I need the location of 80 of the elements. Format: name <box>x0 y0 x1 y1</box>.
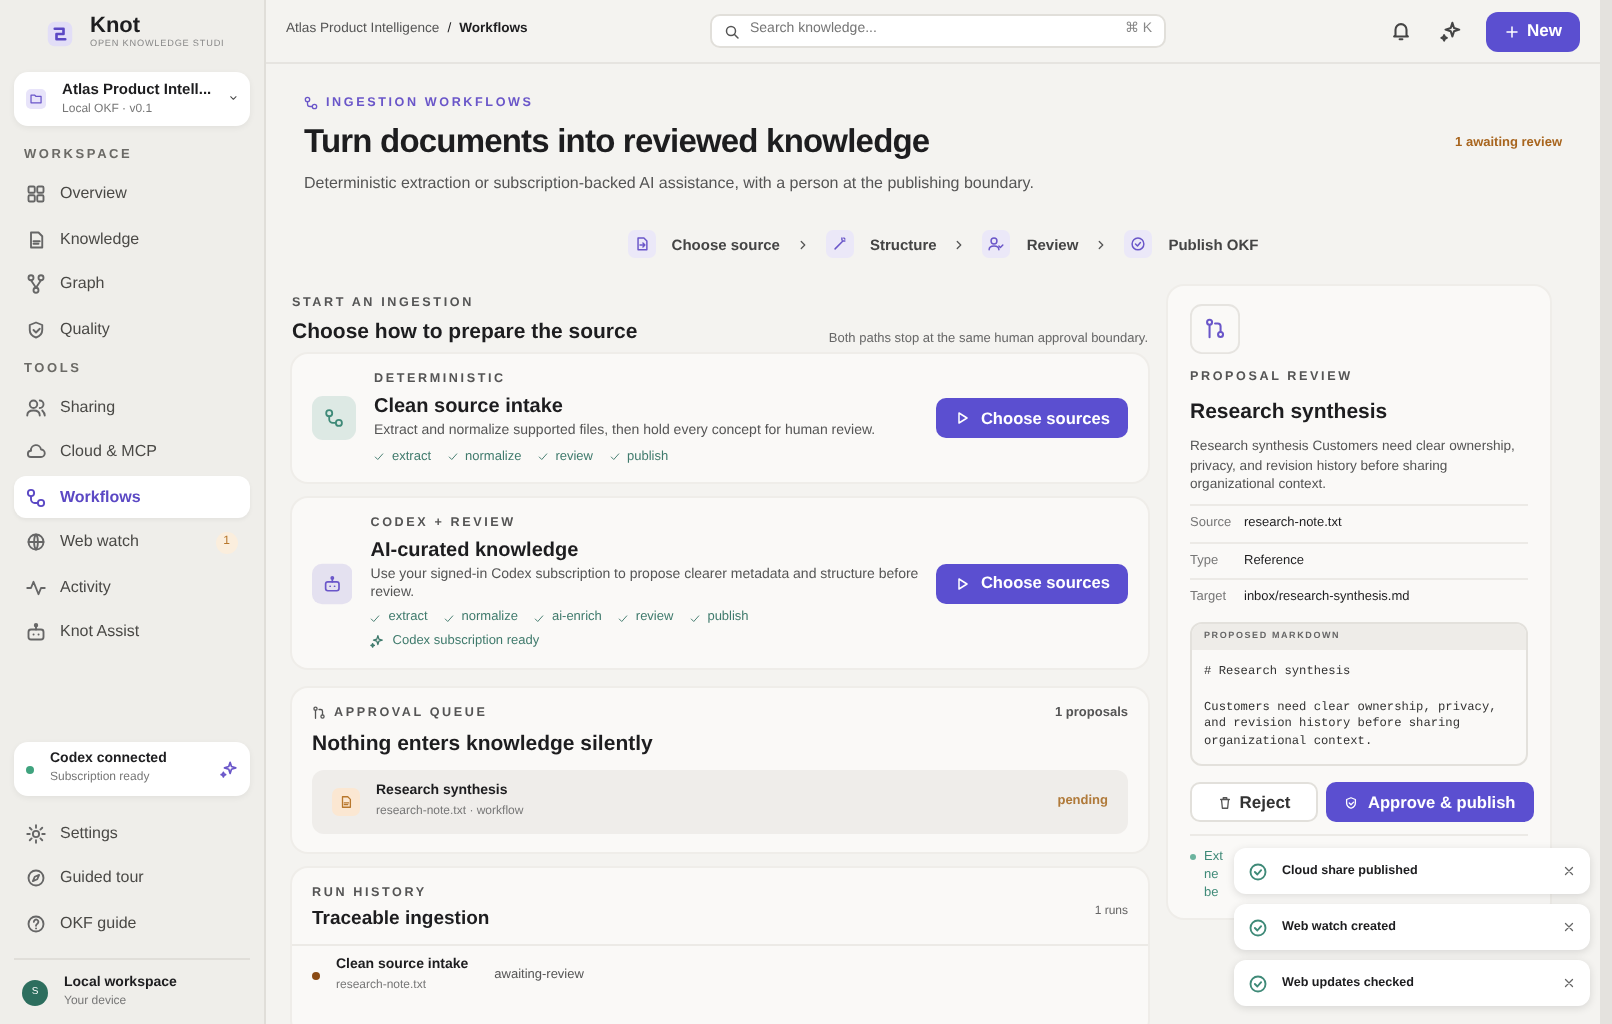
graph-icon <box>26 274 46 295</box>
path-title: AI-curated knowledge <box>370 537 581 566</box>
sidebar-item[interactable]: Knot Assist <box>14 611 250 654</box>
sidebar-item[interactable]: Overview <box>14 173 250 216</box>
path-title: Clean source intake <box>374 393 565 422</box>
section-title: Traceable ingestion <box>312 906 492 935</box>
search-icon <box>724 23 740 39</box>
sidebar-item[interactable]: OKF guide <box>14 902 250 944</box>
check-circle-icon <box>1248 917 1268 937</box>
check-icon <box>370 613 381 624</box>
folder-icon <box>26 83 47 114</box>
close-icon[interactable] <box>1562 864 1576 878</box>
close-icon[interactable] <box>1562 920 1576 934</box>
sparkle-icon <box>220 760 238 778</box>
check-icon <box>689 613 700 624</box>
chevron-right-icon <box>952 237 967 252</box>
check-circle-icon <box>1248 973 1268 993</box>
globe-icon <box>26 532 46 553</box>
grid-icon <box>26 184 46 205</box>
check-icon <box>537 451 548 462</box>
activity-icon <box>26 577 46 598</box>
section-title: Choose how to prepare the source <box>292 317 640 348</box>
bell-icon[interactable] <box>1389 20 1412 42</box>
workflow-icon <box>26 487 46 508</box>
chevron-right-icon <box>795 237 810 252</box>
sidebar-item[interactable]: Guided tour <box>14 857 250 899</box>
sidebar-item[interactable]: Activity <box>14 566 250 609</box>
check-circle-icon <box>1248 861 1268 881</box>
document-icon <box>332 788 360 816</box>
sidebar-item[interactable]: Workflows <box>14 476 250 519</box>
approve-button[interactable]: Approve & publish <box>1326 782 1534 823</box>
cloud-icon <box>26 442 46 463</box>
check-icon <box>609 451 619 462</box>
sparkle-icon <box>370 634 385 649</box>
status-dot <box>26 765 34 773</box>
reject-button[interactable]: Reject <box>1190 782 1318 823</box>
check-icon <box>617 613 628 624</box>
status-dot <box>1190 854 1196 861</box>
play-icon <box>954 575 971 592</box>
sparkle-icon[interactable] <box>1439 20 1462 42</box>
sidebar-item[interactable]: Cloud & MCP <box>14 431 250 474</box>
pull-request-icon <box>1190 304 1240 355</box>
new-button[interactable]: New <box>1485 11 1580 51</box>
sidebar-item[interactable]: Graph <box>14 263 250 306</box>
document-icon <box>627 230 656 259</box>
sidebar-item[interactable]: Sharing <box>14 386 250 429</box>
plus-icon <box>1503 23 1520 39</box>
check-icon <box>533 613 544 624</box>
logo-icon <box>46 19 74 48</box>
sidebar-item[interactable]: Knowledge <box>14 218 250 261</box>
compass-icon <box>26 868 46 888</box>
check-icon <box>443 613 454 624</box>
choose-sources-button[interactable]: Choose sources <box>936 563 1128 604</box>
proposal-title: Research synthesis <box>1190 397 1390 428</box>
settings-icon <box>26 823 46 843</box>
user-check-icon <box>982 230 1011 259</box>
help-icon <box>26 913 46 933</box>
document-icon <box>26 229 46 250</box>
brand-name: Knot <box>90 16 143 38</box>
trash-icon <box>1217 795 1232 810</box>
robot-icon <box>26 622 46 643</box>
shield-icon <box>1344 795 1358 810</box>
check-icon <box>447 451 458 462</box>
workflow-icon <box>304 96 318 111</box>
close-icon[interactable] <box>1562 976 1576 990</box>
chevron-right-icon <box>1094 237 1109 252</box>
workflow-icon <box>312 396 356 441</box>
check-icon <box>374 451 384 462</box>
wand-icon <box>825 230 854 259</box>
sidebar-item[interactable]: Settings <box>14 812 250 854</box>
play-icon <box>954 410 971 427</box>
robot-icon <box>312 561 353 606</box>
page-subtitle: Deterministic extraction or subscription-backed AI assistance, with a person at the publishing boundary. <box>304 172 1036 197</box>
section-title: Nothing enters knowledge silently <box>312 729 655 759</box>
shield-icon <box>26 319 46 340</box>
choose-sources-button[interactable]: Choose sources <box>936 398 1128 439</box>
sidebar-item[interactable]: Quality <box>14 308 250 351</box>
page-title: Turn documents into reviewed knowledge <box>304 122 932 165</box>
pull-request-icon <box>312 706 326 721</box>
users-icon <box>26 397 46 418</box>
